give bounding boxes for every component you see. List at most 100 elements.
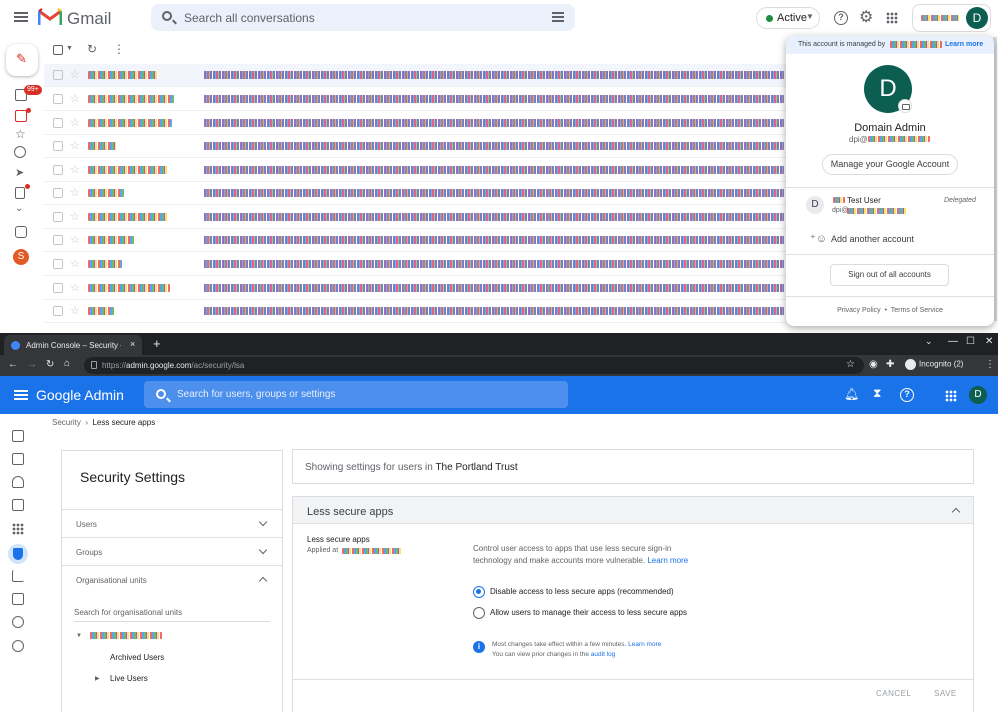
bookmark-star-icon[interactable]: ☆: [846, 359, 855, 370]
avatar[interactable]: D: [806, 196, 824, 214]
add-account-link[interactable]: Add another account: [831, 234, 914, 244]
security-shield-icon[interactable]: [8, 544, 28, 564]
starred-icon[interactable]: ☆: [15, 127, 26, 141]
refresh-icon[interactable]: ↻: [87, 42, 97, 56]
list-item[interactable]: ☆: [44, 182, 786, 205]
radio-disable-lsa[interactable]: [473, 586, 485, 598]
select-all-checkbox[interactable]: [53, 45, 63, 55]
back-icon[interactable]: ←: [8, 359, 18, 370]
camera-icon[interactable]: [898, 99, 912, 113]
apps-grid-icon[interactable]: [886, 12, 898, 24]
sign-out-button[interactable]: Sign out of all accounts: [830, 264, 949, 286]
snoozed-icon[interactable]: [14, 146, 26, 158]
extension-icon[interactable]: ◉: [869, 359, 878, 370]
radio-label-disable[interactable]: Disable access to less secure apps (reco…: [490, 587, 674, 596]
admin-search-input[interactable]: Search for users, groups or settings: [177, 389, 335, 400]
browser-menu-icon[interactable]: ⋮: [985, 359, 995, 370]
url-text[interactable]: https://admin.google.com/ac/security/lsa: [102, 361, 244, 370]
list-item[interactable]: ☆: [44, 88, 786, 111]
filter-users[interactable]: Users: [62, 509, 282, 537]
apps-icon[interactable]: [12, 523, 24, 535]
help-icon[interactable]: ?: [900, 388, 914, 402]
list-item[interactable]: ☆: [44, 64, 786, 87]
new-tab-button[interactable]: +: [153, 336, 161, 351]
admin-search-bar[interactable]: Search for users, groups or settings: [144, 381, 568, 408]
ou-live-users[interactable]: Live Users: [110, 674, 148, 683]
audit-log-link[interactable]: audit log: [591, 651, 616, 658]
chevron-up-icon[interactable]: [951, 507, 961, 517]
list-item[interactable]: ☆: [44, 229, 786, 252]
mail-search-input[interactable]: Search all conversations: [184, 11, 315, 25]
learn-more-link[interactable]: Learn more: [945, 41, 983, 48]
admin-menu-icon[interactable]: [14, 390, 28, 400]
bell-icon[interactable]: 🔔︎: [844, 387, 859, 401]
list-item[interactable]: ☆: [44, 135, 786, 158]
terms-link[interactable]: Terms of Service: [891, 307, 943, 314]
status-selector[interactable]: Active ▼: [756, 7, 820, 29]
filter-org-units[interactable]: Organisational units: [62, 565, 282, 593]
maximize-icon[interactable]: ☐: [966, 336, 975, 347]
main-menu-icon[interactable]: [14, 12, 28, 22]
privacy-policy-link[interactable]: Privacy Policy: [837, 307, 881, 314]
cancel-button[interactable]: CANCEL: [876, 689, 911, 698]
reload-icon[interactable]: ↻: [46, 359, 54, 370]
chat-icon[interactable]: [15, 110, 27, 122]
other-account-name[interactable]: Test User: [847, 196, 881, 205]
avatar[interactable]: D: [966, 7, 988, 29]
expand-triangle-icon[interactable]: ▶: [95, 675, 100, 682]
avatar[interactable]: S: [13, 249, 29, 265]
section-header[interactable]: Less secure apps: [293, 497, 973, 524]
rules-icon[interactable]: [12, 640, 24, 652]
ou-archived-users[interactable]: Archived Users: [110, 653, 164, 662]
tab-search-icon[interactable]: ⌄: [925, 336, 933, 347]
list-item[interactable]: ☆: [44, 112, 786, 135]
info-learn-more-link[interactable]: Learn more: [628, 641, 661, 648]
billing-icon[interactable]: [12, 593, 24, 605]
select-dropdown-icon[interactable]: ▼: [66, 45, 73, 52]
apps-grid-icon[interactable]: [945, 390, 957, 402]
manage-account-button[interactable]: Manage your Google Account: [822, 154, 958, 175]
drafts-icon[interactable]: [15, 187, 25, 199]
list-item[interactable]: ☆: [44, 277, 786, 300]
avatar[interactable]: D: [969, 386, 987, 404]
forward-icon[interactable]: →: [27, 359, 37, 370]
breadcrumb-security[interactable]: Security: [52, 418, 81, 427]
save-button[interactable]: SAVE: [934, 689, 957, 698]
radio-label-allow[interactable]: Allow users to manage their access to le…: [490, 608, 687, 617]
list-item[interactable]: ☆: [44, 206, 786, 229]
chat-bubble-icon[interactable]: [15, 226, 27, 238]
sent-icon[interactable]: ➤: [15, 166, 24, 179]
address-bar[interactable]: https://admin.google.com/ac/security/lsa…: [84, 357, 864, 374]
tab-admin-console[interactable]: Admin Console – Security – Set ×: [4, 335, 142, 355]
more-options-icon[interactable]: ⋮: [113, 42, 125, 56]
puzzle-extensions-icon[interactable]: ✚: [886, 359, 894, 370]
root-ou-redacted[interactable]: [90, 632, 162, 639]
incognito-indicator[interactable]: Incognito (2): [905, 359, 963, 370]
search-icon[interactable]: [162, 11, 172, 21]
compose-button[interactable]: ✎: [6, 44, 38, 76]
account-at-icon[interactable]: [12, 616, 24, 628]
reports-icon[interactable]: [12, 570, 24, 582]
close-tab-icon[interactable]: ×: [130, 339, 135, 349]
mail-search-bar[interactable]: Search all conversations: [151, 4, 575, 31]
users-icon[interactable]: [12, 476, 24, 488]
filter-groups[interactable]: Groups: [62, 537, 282, 565]
close-window-icon[interactable]: ✕: [985, 336, 993, 347]
admin-title[interactable]: Google Admin: [36, 387, 124, 403]
ou-search-input[interactable]: Search for organisational units: [74, 606, 270, 622]
hourglass-icon[interactable]: ⧗: [873, 386, 881, 401]
list-item[interactable]: ☆: [44, 253, 786, 276]
list-item[interactable]: ☆: [44, 300, 786, 323]
minimize-icon[interactable]: —: [948, 336, 958, 347]
collapse-triangle-icon[interactable]: ▼: [76, 633, 82, 639]
list-item[interactable]: ☆: [44, 159, 786, 182]
devices-icon[interactable]: [12, 499, 24, 511]
learn-more-link[interactable]: Learn more: [647, 556, 688, 565]
home-icon[interactable]: ⌂: [64, 358, 70, 369]
dashboard-icon[interactable]: [12, 453, 24, 465]
radio-allow-lsa[interactable]: [473, 607, 485, 619]
help-icon[interactable]: ?: [834, 11, 848, 25]
lock-icon[interactable]: [91, 361, 97, 369]
search-icon[interactable]: [156, 389, 166, 399]
gear-icon[interactable]: ⚙: [859, 7, 873, 27]
